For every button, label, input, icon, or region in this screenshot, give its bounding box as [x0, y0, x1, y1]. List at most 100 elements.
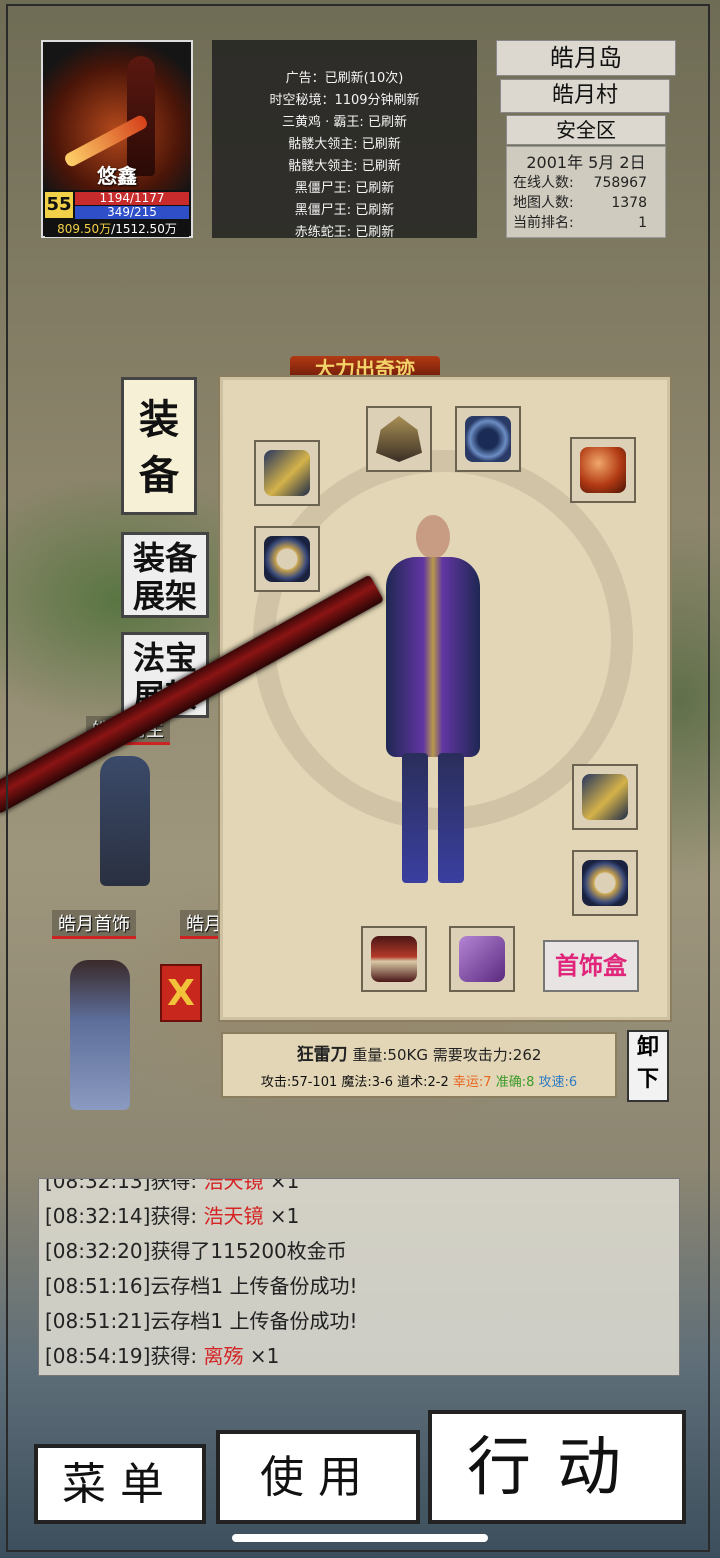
boss-row: 黑僵尸王: 已刷新: [294, 181, 395, 196]
online-row: 在线人数: 758967: [507, 173, 665, 193]
unequip-label: 卸 下: [636, 1035, 659, 1092]
boss-row: 骷髅大领主: 已刷新: [288, 137, 401, 152]
item-name: 狂雷刀: [296, 1045, 348, 1065]
log-tail: ×1: [263, 1204, 300, 1228]
log-text: 获得:: [150, 1344, 204, 1368]
log-item: 浩天镜: [203, 1204, 264, 1228]
rank-row: 当前排名: 1: [507, 213, 665, 233]
equipment-shelf-button[interactable]: 装备 展架: [121, 532, 209, 618]
item-accuracy: 准确:8: [495, 1075, 535, 1090]
bracelet-icon: [582, 774, 628, 820]
log-time: [08:32:14]: [45, 1204, 151, 1228]
map-label: 地图人数:: [513, 195, 574, 211]
slot-boots[interactable]: [449, 926, 515, 992]
log-line: [08:54:19]获得: 离殇 ×1: [39, 1339, 679, 1374]
npc-name-jeweler[interactable]: 皓月首饰: [52, 910, 136, 939]
log-text: 云存档1 上传备份成功!: [150, 1274, 358, 1298]
bracelet-icon: [264, 450, 310, 496]
rank-label: 当前排名:: [513, 215, 574, 231]
boss-row: 广告：已刷新(10次): [285, 71, 404, 86]
gold-current: 809.50万: [57, 222, 112, 236]
server-info: 2001年 5月 2日 在线人数: 758967 地图人数: 1378 当前排名: 1: [506, 146, 666, 238]
log-text: 获得:: [150, 1178, 204, 1193]
helmet-icon: [376, 416, 422, 462]
log-line: [08:32:14]获得: 浩天镜 ×1: [39, 1199, 679, 1234]
map-row: 地图人数: 1378: [507, 193, 665, 213]
log-text: 获得了115200枚金币: [150, 1239, 347, 1263]
boots-icon: [459, 936, 505, 982]
slot-belt[interactable]: [361, 926, 427, 992]
boss-row: 三黄鸡 · 霸王: 已刷新: [282, 115, 407, 130]
player-name: 悠鑫: [97, 164, 137, 188]
log-time: [08:32:20]: [45, 1239, 151, 1263]
npc-island-lord-figure[interactable]: [100, 756, 150, 886]
tab-equipment[interactable]: 装 备: [121, 377, 197, 515]
boss-refresh-list[interactable]: 广告：已刷新(10次) 时空秘境：1109分钟刷新 三黄鸡 · 霸王: 已刷新 …: [212, 40, 477, 238]
slot-ring-right[interactable]: [572, 850, 638, 916]
slot-necklace[interactable]: [455, 406, 521, 472]
item-luck: 幸运:7: [452, 1075, 492, 1090]
rank-value: 1: [638, 215, 647, 231]
slot-bracelet-right[interactable]: [572, 764, 638, 830]
boss-row: 骷髅大领主: 已刷新: [288, 159, 401, 174]
item-info-panel: 狂雷刀 重量:50KG 需要攻击力:262 攻击:57-101 魔法:3-6 道…: [221, 1032, 617, 1098]
tab-equipment-label: 装 备: [139, 397, 179, 499]
hp-bar: 1194/1177: [75, 192, 189, 205]
necklace-icon: [465, 416, 511, 462]
slot-medal[interactable]: [570, 437, 636, 503]
log-line: [08:32:20]获得了115200枚金币: [39, 1234, 679, 1269]
log-time: [08:51:21]: [45, 1309, 151, 1333]
menu-button[interactable]: 菜单: [34, 1444, 206, 1524]
item-weight: 重量:50KG: [352, 1046, 428, 1064]
log-line: [08:51:21]云存档1 上传备份成功!: [39, 1304, 679, 1339]
character-leg-right: [438, 753, 464, 883]
npc-jeweler-figure[interactable]: [70, 960, 130, 1110]
log-text: 云存档1 上传备份成功!: [150, 1309, 358, 1333]
slot-helmet[interactable]: [366, 406, 432, 472]
log-line: [08:51:16]云存档1 上传备份成功!: [39, 1269, 679, 1304]
close-button[interactable]: X: [160, 964, 202, 1022]
game-scene: 悠鑫 55 1194/1177 349/215 809.50万/1512.50万…: [0, 0, 720, 1558]
boss-row: 时空秘境：1109分钟刷新: [269, 93, 420, 108]
log-time: [08:32:13]: [45, 1178, 151, 1193]
message-log[interactable]: [08:32:13]获得: 浩天镜 ×1 [08:32:14]获得: 浩天镜 ×…: [38, 1178, 680, 1376]
player-portrait[interactable]: 悠鑫 55 1194/1177 349/215 809.50万/1512.50万: [41, 40, 193, 238]
item-attack: 攻击:57-101: [260, 1075, 338, 1090]
location-region[interactable]: 皓月岛: [496, 40, 676, 76]
item-requirement: 需要攻击力:262: [432, 1046, 542, 1064]
slot-bracelet-left-top[interactable]: [254, 440, 320, 506]
action-button[interactable]: 行动: [428, 1410, 686, 1524]
log-time: [08:51:16]: [45, 1274, 151, 1298]
log-item: 浩天镜: [203, 1178, 264, 1193]
online-value: 758967: [593, 175, 647, 191]
map-value: 1378: [611, 195, 647, 211]
character-model: [358, 515, 508, 885]
gold-total: 1512.50万: [115, 222, 177, 236]
ring-icon: [264, 536, 310, 582]
log-text: 获得:: [150, 1204, 204, 1228]
location-zone: 安全区: [506, 115, 666, 145]
character-armor: [386, 557, 480, 757]
item-title-line: 狂雷刀 重量:50KG 需要攻击力:262: [223, 1040, 615, 1065]
location-village[interactable]: 皓月村: [500, 79, 670, 113]
game-date: 2001年 5月 2日: [526, 153, 646, 172]
belt-icon: [371, 936, 417, 982]
home-indicator[interactable]: [232, 1534, 488, 1542]
item-stats-line: 攻击:57-101 魔法:3-6 道术:2-2 幸运:7 准确:8 攻速:6: [223, 1071, 615, 1090]
character-leg-left: [402, 753, 428, 883]
item-tao: 道术:2-2: [397, 1075, 449, 1090]
equipment-shelf-label: 装备 展架: [132, 539, 197, 615]
online-label: 在线人数:: [513, 175, 574, 191]
slot-ring-left[interactable]: [254, 526, 320, 592]
unequip-button[interactable]: 卸 下: [627, 1030, 669, 1102]
mp-bar: 349/215: [75, 206, 189, 219]
log-time: [08:54:19]: [45, 1344, 151, 1368]
use-button[interactable]: 使用: [216, 1430, 420, 1524]
equipment-panel: 首饰盒: [220, 377, 670, 1020]
log-tail: ×1: [263, 1178, 300, 1193]
log-tail: ×1: [243, 1344, 280, 1368]
jewelry-box-button[interactable]: 首饰盒: [543, 940, 639, 992]
ring-icon: [582, 860, 628, 906]
character-head: [416, 515, 450, 559]
